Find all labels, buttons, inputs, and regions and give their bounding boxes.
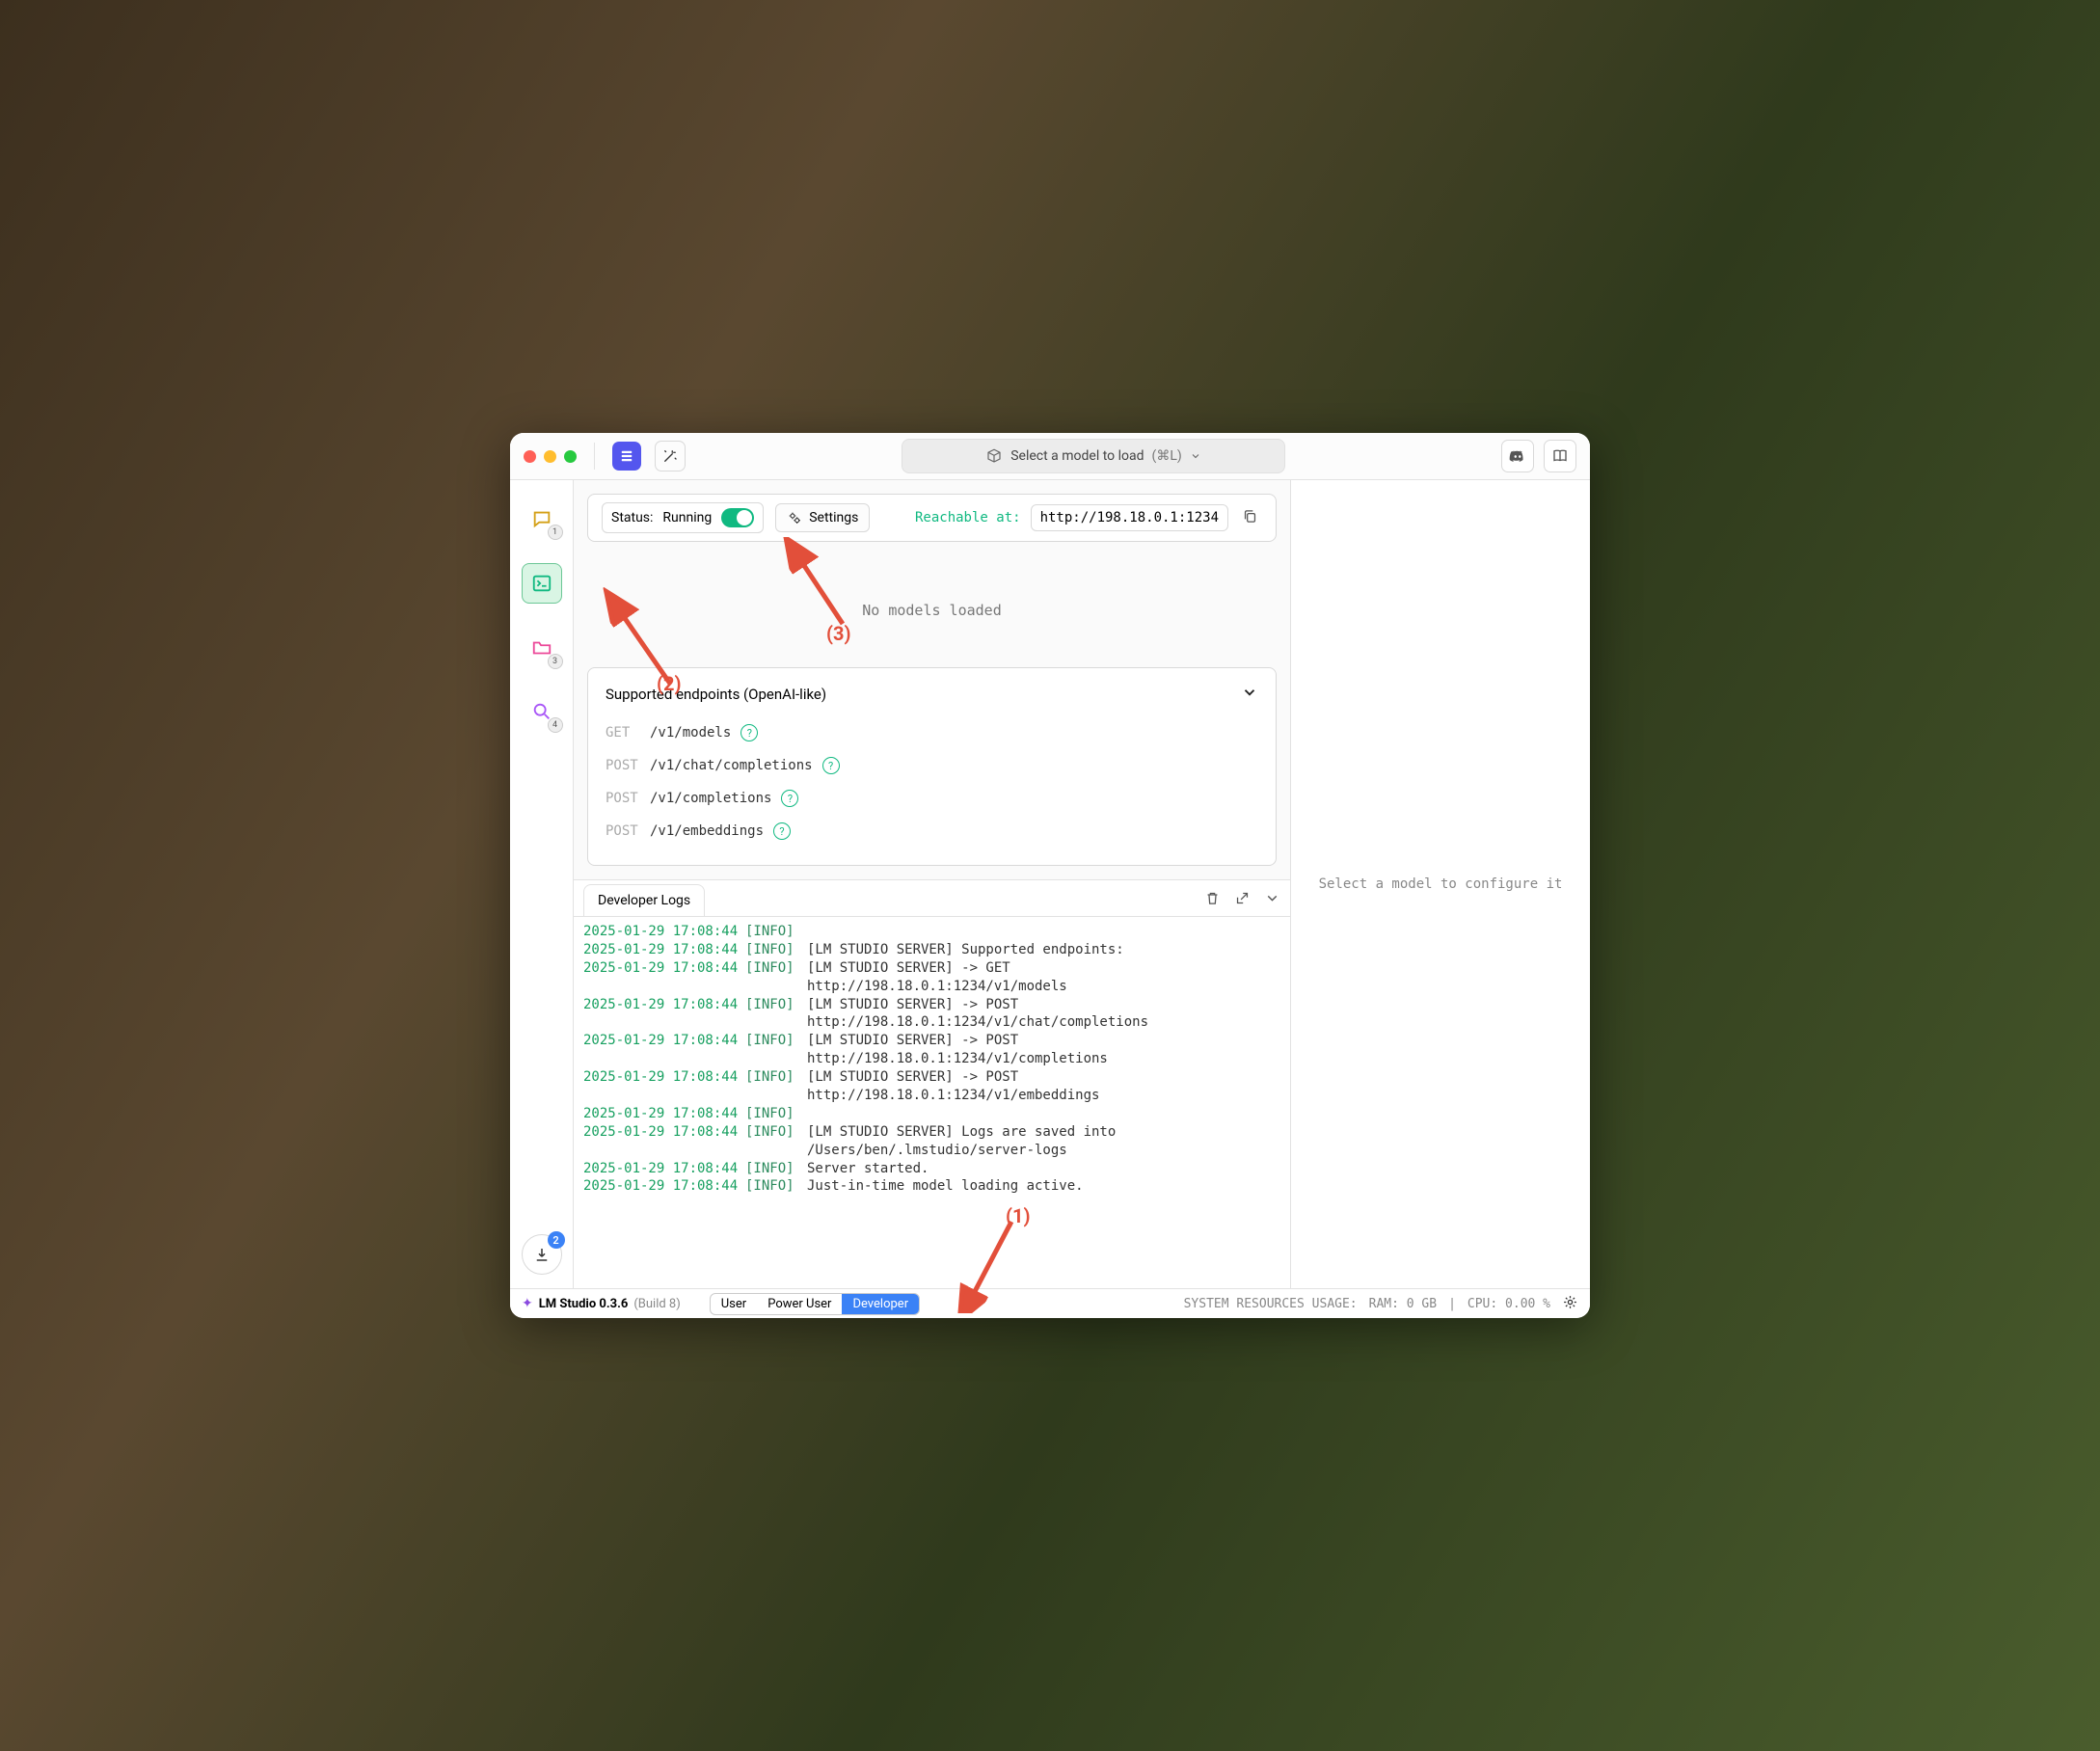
log-line: 2025-01-29 17:08:44 [INFO] [LM STUDIO SE… (583, 941, 1280, 959)
copy-icon (1242, 508, 1258, 525)
log-line: 2025-01-29 17:08:44 [INFO] Just-in-time … (583, 1177, 1280, 1196)
log-line: 2025-01-29 17:08:44 [INFO] [LM STUDIO SE… (583, 959, 1280, 996)
help-icon[interactable]: ? (781, 790, 798, 807)
sidebar-item-models[interactable]: 3 (523, 629, 561, 667)
log-line: 2025-01-29 17:08:44 [INFO] (583, 923, 1280, 941)
gear-icon (787, 510, 802, 525)
endpoint-path: /v1/models (650, 725, 731, 741)
endpoint-row: POST/v1/chat/completions? (606, 749, 1258, 782)
book-icon (1551, 447, 1569, 465)
mode-option[interactable]: User (711, 1294, 757, 1314)
mode-option[interactable]: Developer (842, 1294, 919, 1314)
help-icon[interactable]: ? (740, 724, 758, 741)
loaded-models-area: No models loaded (574, 542, 1290, 667)
model-selector[interactable]: Select a model to load (⌘L) (902, 439, 1285, 473)
http-method: POST (606, 791, 640, 806)
http-method: GET (606, 725, 640, 741)
sidebar-item-chat[interactable]: 1 (523, 499, 561, 538)
server-status-row: Status: Running Settings Reachable at: h… (587, 494, 1277, 542)
download-icon (533, 1246, 551, 1263)
plugin-icon: ✦ (522, 1296, 533, 1311)
help-icon[interactable]: ? (822, 757, 840, 774)
cpu-usage: CPU: 0.00 % (1467, 1297, 1550, 1311)
model-selector-hint: (⌘L) (1152, 448, 1182, 464)
chevron-down-icon (1241, 684, 1258, 701)
settings-gear-button[interactable] (1562, 1294, 1578, 1314)
divider (594, 443, 595, 470)
endpoint-path: /v1/completions (650, 791, 771, 806)
clear-logs-button[interactable] (1204, 890, 1221, 910)
status-bar: ✦ LM Studio 0.3.6 (Build 8) UserPower Us… (510, 1288, 1590, 1318)
endpoint-path: /v1/embeddings (650, 823, 764, 839)
app-logo-icon (612, 442, 641, 471)
sidebar-badge: 1 (548, 525, 563, 540)
sidebar-item-developer[interactable] (522, 563, 562, 604)
endpoint-row: POST/v1/embeddings? (606, 815, 1258, 848)
endpoint-row: GET/v1/models? (606, 716, 1258, 749)
download-badge: 2 (548, 1231, 565, 1249)
ram-usage: RAM: 0 GB (1369, 1297, 1437, 1311)
sidebar: 1 3 4 2 (510, 480, 574, 1288)
build-label: (Build 8) (633, 1297, 680, 1311)
mode-option[interactable]: Power User (757, 1294, 842, 1314)
status-label: Status: (611, 510, 653, 525)
cube-icon (985, 447, 1003, 465)
logs-tab[interactable]: Developer Logs (583, 884, 705, 916)
terminal-icon (531, 573, 552, 594)
magic-button[interactable] (655, 441, 686, 471)
endpoint-path: /v1/chat/completions (650, 758, 813, 773)
http-method: POST (606, 823, 640, 839)
discord-icon (1509, 447, 1526, 465)
endpoint-row: POST/v1/completions? (606, 782, 1258, 815)
resources-label: SYSTEM RESOURCES USAGE: (1184, 1297, 1358, 1311)
model-selector-label: Select a model to load (1010, 448, 1144, 464)
server-settings-button[interactable]: Settings (775, 503, 870, 532)
title-bar: Select a model to load (⌘L) (510, 433, 1590, 480)
sidebar-badge: 3 (548, 654, 563, 669)
help-icon[interactable]: ? (773, 822, 791, 840)
window-controls (524, 450, 577, 463)
server-url: http://198.18.0.1:1234 (1031, 504, 1228, 531)
maximize-window-button[interactable] (564, 450, 577, 463)
settings-label: Settings (809, 510, 858, 525)
app-window: Select a model to load (⌘L) 1 (510, 433, 1590, 1318)
popout-icon (1234, 890, 1251, 906)
wand-icon (661, 447, 679, 465)
sidebar-badge: 4 (548, 717, 563, 733)
endpoints-toggle[interactable] (1241, 684, 1258, 705)
log-line: 2025-01-29 17:08:44 [INFO] [LM STUDIO SE… (583, 1068, 1280, 1105)
trash-icon (1204, 890, 1221, 906)
log-line: 2025-01-29 17:08:44 [INFO] Server starte… (583, 1160, 1280, 1178)
developer-panel: Status: Running Settings Reachable at: h… (574, 480, 1291, 1288)
log-line: 2025-01-29 17:08:44 [INFO] (583, 1105, 1280, 1123)
log-line: 2025-01-29 17:08:44 [INFO] [LM STUDIO SE… (583, 1123, 1280, 1160)
log-line: 2025-01-29 17:08:44 [INFO] [LM STUDIO SE… (583, 996, 1280, 1033)
chevron-down-icon (1264, 890, 1280, 906)
downloads-button[interactable]: 2 (522, 1234, 562, 1275)
discord-button[interactable] (1501, 440, 1534, 472)
logs-section: Developer Logs 2025-01-29 17:08:44 [INFO… (574, 879, 1290, 1288)
log-output[interactable]: 2025-01-29 17:08:44 [INFO] 2025-01-29 17… (574, 916, 1290, 1288)
endpoints-panel: Supported endpoints (OpenAI-like) GET/v1… (587, 667, 1277, 866)
model-config-panel: Select a model to configure it (1291, 480, 1590, 1288)
close-window-button[interactable] (524, 450, 536, 463)
docs-button[interactable] (1544, 440, 1576, 472)
chevron-down-icon (1190, 450, 1201, 462)
server-toggle[interactable] (721, 508, 754, 527)
server-status-pill: Status: Running (602, 502, 764, 533)
endpoints-title: Supported endpoints (OpenAI-like) (606, 686, 826, 703)
mode-switch[interactable]: UserPower UserDeveloper (710, 1293, 920, 1315)
copy-url-button[interactable] (1238, 504, 1262, 532)
app-name: LM Studio 0.3.6 (539, 1297, 629, 1311)
popout-logs-button[interactable] (1234, 890, 1251, 910)
sidebar-item-search[interactable]: 4 (523, 692, 561, 731)
minimize-window-button[interactable] (544, 450, 556, 463)
log-line: 2025-01-29 17:08:44 [INFO] [LM STUDIO SE… (583, 1032, 1280, 1068)
reachable-label: Reachable at: (915, 510, 1021, 525)
http-method: POST (606, 758, 640, 773)
status-value: Running (662, 510, 712, 525)
collapse-logs-button[interactable] (1264, 890, 1280, 910)
gear-icon (1562, 1294, 1578, 1310)
